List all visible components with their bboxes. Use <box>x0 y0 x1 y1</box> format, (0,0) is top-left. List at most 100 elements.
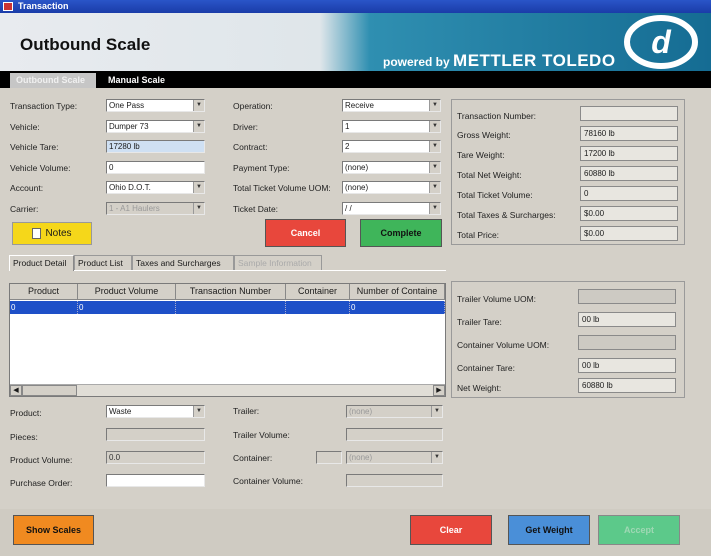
trailer-tare-field: 00 lb <box>578 312 676 327</box>
show-scales-button[interactable]: Show Scales <box>13 515 94 545</box>
total-ticket-volume-uom-label: Total Ticket Volume UOM: <box>233 183 331 193</box>
total-ticket-volume-label: Total Ticket Volume: <box>457 190 533 200</box>
contract-select[interactable]: 2 ▼ <box>342 140 441 153</box>
scroll-left-icon[interactable]: ◀ <box>10 385 22 396</box>
clear-button[interactable]: Clear <box>410 515 492 545</box>
column-header-transaction-number[interactable]: Transaction Number <box>176 284 286 300</box>
operation-select[interactable]: Receive ▼ <box>342 99 441 112</box>
powered-by-label: powered by <box>383 55 450 69</box>
vehicle-volume-label: Vehicle Volume: <box>10 163 71 173</box>
tab-product-list[interactable]: Product List <box>74 255 132 271</box>
ticket-date-value: / / <box>345 204 352 213</box>
transaction-type-select[interactable]: One Pass ▼ <box>106 99 205 112</box>
chevron-down-icon: ▼ <box>193 203 204 214</box>
container-volume-label: Container Volume: <box>233 476 303 486</box>
carrier-label: Carrier: <box>10 204 39 214</box>
vehicle-tare-label: Vehicle Tare: <box>10 142 59 152</box>
vehicle-select[interactable]: Dumper 73 ▼ <box>106 120 205 133</box>
driver-select[interactable]: 1 ▼ <box>342 120 441 133</box>
chevron-down-icon[interactable]: ▼ <box>429 162 440 173</box>
tab-outbound-scale[interactable]: Outbound Scale <box>10 73 96 88</box>
purchase-order-label: Purchase Order: <box>10 478 73 488</box>
contract-value: 2 <box>345 142 350 151</box>
product-select[interactable]: Waste ▼ <box>106 405 205 418</box>
transaction-number-field <box>580 106 678 121</box>
purchase-order-input[interactable] <box>106 474 205 487</box>
payment-type-label: Payment Type: <box>233 163 290 173</box>
bottom-action-bar: Show Scales Clear Get Weight Accept <box>0 509 711 556</box>
cell-container[interactable] <box>286 301 350 314</box>
total-ticket-volume-uom-select[interactable]: (none) ▼ <box>342 181 441 194</box>
scroll-right-icon[interactable]: ▶ <box>433 385 445 396</box>
net-weight-field: 60880 lb <box>578 378 676 393</box>
cell-product-volume[interactable]: 0 <box>78 301 176 314</box>
driver-label: Driver: <box>233 122 259 132</box>
notes-label: Notes <box>45 228 72 239</box>
net-weight-label: Net Weight: <box>457 383 502 393</box>
vehicle-tare-field: 17280 lb <box>106 140 205 153</box>
chevron-down-icon[interactable]: ▼ <box>429 121 440 132</box>
column-header-product-volume[interactable]: Product Volume <box>78 284 176 300</box>
operation-label: Operation: <box>233 101 273 111</box>
payment-type-select[interactable]: (none) ▼ <box>342 161 441 174</box>
mode-tabbar: Outbound Scale Manual Scale <box>0 71 711 88</box>
payment-type-value: (none) <box>345 163 369 172</box>
svg-text:d: d <box>651 24 672 60</box>
chevron-down-icon[interactable]: ▼ <box>429 100 440 111</box>
trailer-tare-label: Trailer Tare: <box>457 317 502 327</box>
app-icon <box>3 2 13 11</box>
total-ticket-volume-uom-value: (none) <box>345 183 369 192</box>
tab-divider <box>9 270 446 271</box>
ticket-date-label: Ticket Date: <box>233 204 279 214</box>
trailer-volume-label: Trailer Volume: <box>233 430 290 440</box>
notes-button[interactable]: Notes <box>12 222 92 245</box>
horizontal-scrollbar[interactable]: ◀ ▶ <box>10 384 445 396</box>
brand-name: METTLER TOLEDO <box>453 51 616 70</box>
total-taxes-label: Total Taxes & Surcharges: <box>457 210 556 220</box>
powered-by-text: powered by METTLER TOLEDO <box>383 51 616 71</box>
cancel-button[interactable]: Cancel <box>265 219 346 247</box>
total-price-label: Total Price: <box>457 230 500 240</box>
chevron-down-icon[interactable]: ▼ <box>193 100 204 111</box>
trailer-label: Trailer: <box>233 406 260 416</box>
ticket-date-picker[interactable]: / / ▼ <box>342 202 441 215</box>
get-weight-button[interactable]: Get Weight <box>508 515 590 545</box>
vehicle-volume-input[interactable]: 0 <box>106 161 205 174</box>
column-header-number-of-containers[interactable]: Number of Containe <box>350 284 445 300</box>
account-select[interactable]: Ohio D.O.T. ▼ <box>106 181 205 194</box>
column-header-container[interactable]: Container <box>286 284 350 300</box>
tab-sample-information: Sample Information <box>234 255 322 271</box>
container-volume-uom-field <box>578 335 676 350</box>
complete-button[interactable]: Complete <box>360 219 442 247</box>
chevron-down-icon[interactable]: ▼ <box>429 141 440 152</box>
table-row[interactable]: 0 0 0 <box>10 301 445 314</box>
cell-product[interactable]: 0 <box>10 301 78 314</box>
pieces-input <box>106 428 205 441</box>
container-tare-field: 00 lb <box>578 358 676 373</box>
gross-weight-label: Gross Weight: <box>457 130 511 140</box>
tab-manual-scale[interactable]: Manual Scale <box>102 73 182 88</box>
account-value: Ohio D.O.T. <box>109 183 151 192</box>
column-header-product[interactable]: Product <box>10 284 78 300</box>
chevron-down-icon[interactable]: ▼ <box>193 121 204 132</box>
carrier-select: 1 - A1 Haulers ▼ <box>106 202 205 215</box>
vehicle-label: Vehicle: <box>10 122 40 132</box>
cell-transaction-number[interactable] <box>176 301 286 314</box>
tab-product-detail[interactable]: Product Detail <box>9 255 74 271</box>
window-titlebar[interactable]: Transaction <box>0 0 711 13</box>
chevron-down-icon: ▼ <box>431 406 442 417</box>
container-volume-uom-label: Container Volume UOM: <box>457 340 550 350</box>
tab-taxes-and-surcharges[interactable]: Taxes and Surcharges <box>132 255 234 271</box>
chevron-down-icon[interactable]: ▼ <box>193 182 204 193</box>
trailer-select: (none) ▼ <box>346 405 443 418</box>
chevron-down-icon[interactable]: ▼ <box>193 406 204 417</box>
window-title: Transaction <box>18 1 69 11</box>
gross-weight-field: 78160 lb <box>580 126 678 141</box>
scroll-thumb[interactable] <box>22 385 77 396</box>
chevron-down-icon[interactable]: ▼ <box>429 203 440 214</box>
account-label: Account: <box>10 183 44 193</box>
driver-value: 1 <box>345 122 350 131</box>
cell-number-of-containers[interactable]: 0 <box>350 301 445 314</box>
chevron-down-icon[interactable]: ▼ <box>429 182 440 193</box>
product-grid[interactable]: Product Product Volume Transaction Numbe… <box>9 283 446 397</box>
